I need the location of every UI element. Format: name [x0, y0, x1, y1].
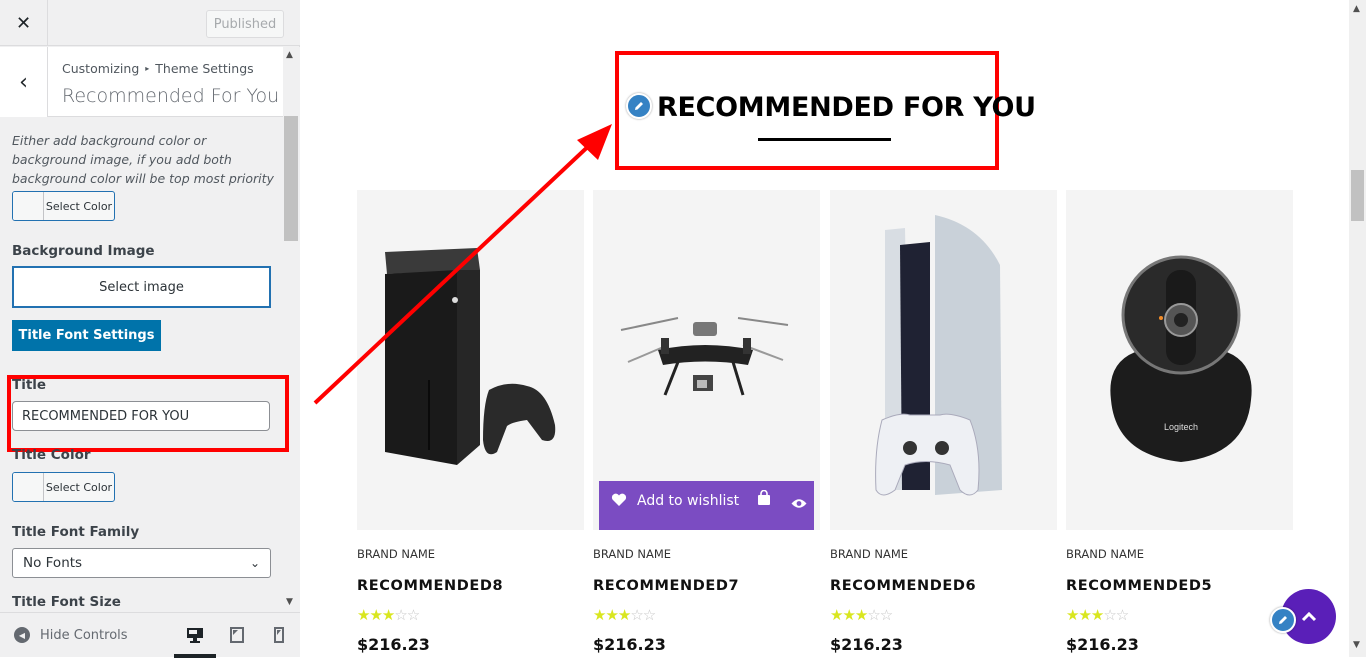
scroll-up-icon[interactable]: ▲ [1353, 4, 1360, 14]
heart-icon [611, 493, 627, 506]
preview-scrollbar[interactable] [1349, 0, 1366, 657]
product-image-drone[interactable]: Add to wishlist [593, 190, 820, 530]
hide-controls-label: Hide Controls [40, 627, 128, 643]
product-image-webcam[interactable]: Logitech [1066, 190, 1293, 530]
preview-mobile-button[interactable] [268, 623, 290, 647]
close-customizer-button[interactable]: ✕ [0, 0, 48, 46]
back-button[interactable]: ‹ [0, 47, 48, 117]
background-image-label: Background Image [12, 243, 155, 259]
customizer-header: ✕ Published [0, 0, 300, 46]
customizer-sidebar: ✕ Published ‹ Customizing ▸ Theme Settings… [0, 0, 300, 658]
pencil-icon [635, 102, 643, 110]
product-brand: BRAND NAME [830, 547, 909, 561]
drone-image [620, 317, 789, 396]
product-price: $216.23 [830, 635, 903, 654]
product-card[interactable]: BRAND NAME RECOMMENDED6 ★★★☆☆ $216.23 [830, 190, 1057, 654]
product-card[interactable]: Logitech BRAND NAME RECOMMENDED5 ★★★☆☆ $… [1066, 190, 1293, 654]
shopping-bag-icon [758, 489, 770, 505]
svg-text:Logitech: Logitech [1164, 422, 1198, 432]
breadcrumb: Customizing ▸ Theme Settings [62, 61, 254, 76]
scroll-down-icon[interactable]: ▼ [286, 597, 293, 607]
breadcrumb-theme-settings: Theme Settings [155, 61, 254, 76]
xbox-console-image [385, 248, 556, 465]
breadcrumb-customizing: Customizing [62, 61, 140, 76]
background-help-text: Either add background color or backgroun… [12, 133, 274, 186]
selected-font: No Fonts [23, 555, 83, 571]
product-brand: BRAND NAME [593, 547, 672, 561]
edit-shortcut-button[interactable] [626, 93, 652, 119]
breadcrumb-separator-icon: ▸ [145, 64, 150, 73]
title-font-family-select[interactable]: No Fonts ⌄ [12, 548, 271, 578]
product-name[interactable]: RECOMMENDED5 [1066, 578, 1212, 594]
title-color-picker[interactable]: Select Color [12, 472, 115, 502]
product-name[interactable]: RECOMMENDED6 [830, 578, 976, 594]
preview-desktop-button[interactable] [184, 623, 206, 647]
add-to-cart-button[interactable] [757, 489, 771, 510]
product-name[interactable]: RECOMMENDED7 [593, 578, 739, 594]
product-brand: BRAND NAME [357, 547, 436, 561]
add-to-wishlist-button[interactable]: Add to wishlist [611, 491, 739, 512]
arrow-left-circle-icon: ◀ [14, 627, 30, 643]
product-hover-actions: Add to wishlist [599, 481, 814, 530]
select-color-label: Select Color [45, 480, 113, 494]
chevron-down-icon: ⌄ [249, 556, 260, 570]
tablet-icon [230, 627, 244, 643]
section-heading: RECOMMENDED FOR YOU [657, 92, 1036, 123]
hide-controls-button[interactable]: ◀ Hide Controls [14, 627, 128, 643]
quick-view-button[interactable] [791, 494, 807, 513]
heading-underline [758, 138, 891, 141]
scroll-down-icon[interactable]: ▼ [1353, 640, 1360, 650]
customizer-footer: ◀ Hide Controls [0, 612, 300, 658]
select-image-button[interactable]: Select image [12, 266, 271, 308]
background-color-picker[interactable]: Select Color [12, 191, 115, 221]
title-font-family-label: Title Font Family [12, 524, 140, 540]
color-swatch [13, 473, 44, 501]
mobile-icon [274, 627, 284, 643]
chevron-left-icon: ‹ [19, 69, 28, 95]
product-price: $216.23 [357, 635, 430, 654]
product-image-xbox[interactable] [357, 190, 584, 530]
desktop-icon [187, 628, 203, 643]
product-rating: ★★★☆☆ [1066, 606, 1129, 624]
active-device-indicator [174, 654, 216, 658]
product-price: $216.23 [1066, 635, 1139, 654]
wishlist-label: Add to wishlist [637, 493, 740, 509]
pencil-icon [1279, 616, 1287, 624]
logitech-webcam-image: Logitech [1110, 255, 1252, 462]
select-color-label: Select Color [45, 199, 113, 213]
product-price: $216.23 [593, 635, 666, 654]
color-swatch [13, 192, 44, 220]
title-font-settings-button[interactable]: Title Font Settings [12, 320, 161, 351]
section-title: Recommended For You [62, 85, 280, 107]
close-icon: ✕ [15, 12, 32, 34]
preview-scrollbar-thumb[interactable] [1351, 170, 1364, 221]
title-color-label: Title Color [12, 447, 91, 463]
edit-shortcut-button[interactable] [1270, 607, 1296, 633]
section-header: ‹ Customizing ▸ Theme Settings Recommended… [0, 47, 283, 117]
product-name[interactable]: RECOMMENDED8 [357, 578, 503, 594]
product-rating: ★★★☆☆ [593, 606, 656, 624]
title-input[interactable] [12, 401, 270, 431]
sidebar-scrollbar-thumb[interactable] [284, 116, 298, 241]
product-card[interactable]: BRAND NAME RECOMMENDED8 ★★★☆☆ $216.23 [357, 190, 584, 654]
chevron-up-icon [1301, 611, 1316, 621]
product-brand: BRAND NAME [1066, 547, 1145, 561]
preview-tablet-button[interactable] [226, 623, 248, 647]
product-image-playstation[interactable] [830, 190, 1057, 530]
title-font-size-label: Title Font Size [12, 594, 121, 610]
eye-icon [791, 499, 807, 508]
product-card[interactable]: Add to wishlist BRAND NAME RECOMMENDED7 … [593, 190, 820, 654]
product-rating: ★★★☆☆ [830, 606, 893, 624]
title-label: Title [12, 377, 47, 393]
publish-button[interactable]: Published [206, 10, 284, 38]
product-rating: ★★★☆☆ [357, 606, 420, 624]
scroll-up-icon[interactable]: ▲ [286, 50, 293, 60]
playstation-console-image [875, 215, 1002, 496]
